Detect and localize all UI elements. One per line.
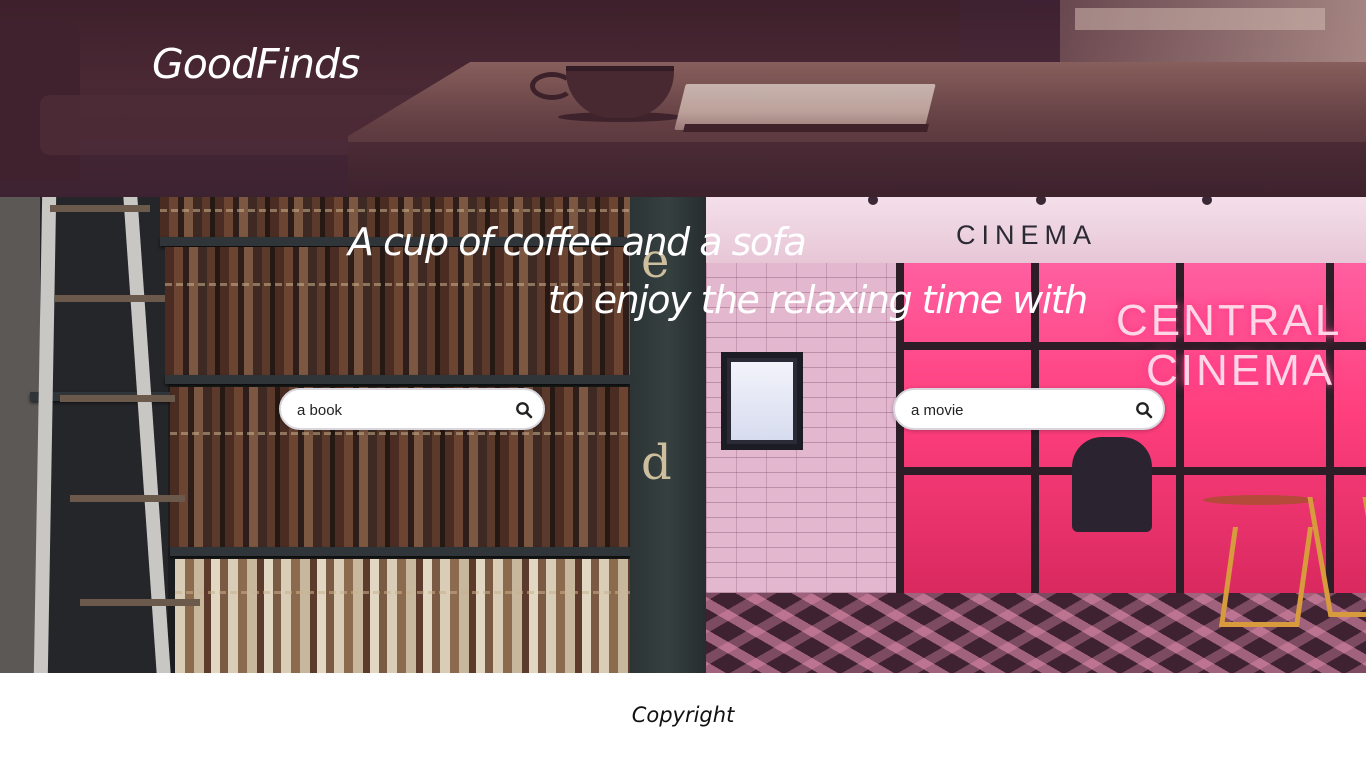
pillar-letter: d: [641, 435, 672, 491]
footer: Copyright: [0, 673, 1366, 768]
header-banner: GoodFinds: [0, 0, 1366, 197]
ladder-rung: [60, 395, 175, 402]
shelf-plank: [170, 547, 630, 556]
cafe-chair: [1218, 527, 1314, 627]
ladder-rung: [50, 205, 150, 212]
cafe-table: [1203, 495, 1315, 505]
movie-search-input[interactable]: [911, 399, 1106, 421]
neon-sign-cinema: CINEMA: [1146, 346, 1336, 395]
cinema-sign: CINEMA: [956, 220, 1098, 250]
bookshelf-row: [175, 559, 630, 673]
copyright-text: Copyright: [631, 703, 735, 727]
book-panel[interactable]: e d: [0, 197, 706, 673]
search-icon[interactable]: [515, 401, 533, 419]
brand-logo[interactable]: GoodFinds: [152, 38, 360, 90]
ladder-rung: [70, 495, 185, 502]
book-search-input[interactable]: [297, 399, 492, 421]
tagline-line-1: A cup of coffee and a sofa: [348, 220, 807, 264]
ladder-rung: [55, 295, 165, 302]
header-tint: [0, 0, 1366, 197]
movie-search-box[interactable]: [893, 388, 1165, 430]
tagline-line-2: to enjoy the relaxing time with: [548, 278, 1088, 322]
movie-panel[interactable]: CINEMA CENTRAL CINEMA: [706, 197, 1366, 673]
shelf-plank: [165, 375, 630, 384]
person-silhouette: [1072, 437, 1152, 532]
ladder-rung: [80, 599, 200, 606]
neon-sign-central: CENTRAL: [1116, 296, 1343, 345]
search-icon[interactable]: [1135, 401, 1153, 419]
library-wall: [0, 197, 40, 673]
book-search-box[interactable]: [279, 388, 545, 430]
movie-poster-frame: [721, 352, 803, 450]
